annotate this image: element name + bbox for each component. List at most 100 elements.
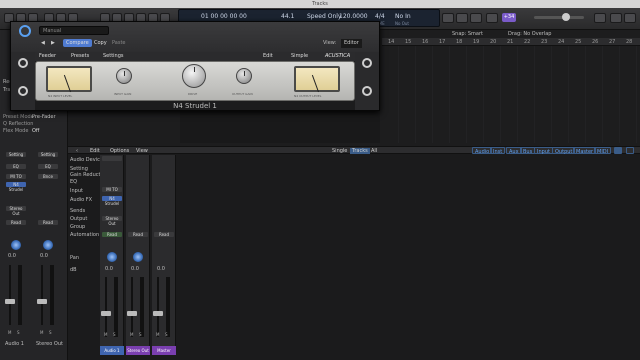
drive-knob[interactable] bbox=[182, 64, 206, 88]
next-preset-icon[interactable]: ▶ bbox=[51, 41, 55, 46]
prev-preset-icon[interactable]: ◀ bbox=[41, 41, 45, 46]
ch2-mute-button[interactable]: M bbox=[40, 330, 43, 335]
feeder-tab[interactable]: Feeder bbox=[39, 54, 56, 59]
pan-knob[interactable] bbox=[107, 252, 117, 262]
track-lanes[interactable] bbox=[382, 46, 640, 143]
tuner-button[interactable] bbox=[442, 13, 454, 23]
hinge-icon bbox=[18, 86, 28, 96]
list-editors-button[interactable] bbox=[594, 13, 606, 23]
timeline-ruler[interactable]: 14 15 16 17 18 19 20 21 22 23 24 25 26 27 28 bbox=[382, 38, 640, 46]
row-label-output: Output bbox=[70, 216, 88, 222]
notes-button[interactable] bbox=[610, 13, 622, 23]
ch2-fader-cap[interactable] bbox=[37, 299, 47, 304]
ch2-pan-knob[interactable] bbox=[43, 240, 53, 250]
mute-button[interactable]: M bbox=[104, 332, 107, 337]
output-gain-label: OUTPUT GAIN bbox=[232, 92, 253, 96]
lcd-mode: Speed Only bbox=[307, 13, 342, 20]
filter-bus[interactable]: Bus bbox=[520, 147, 536, 155]
simple-tab[interactable]: Simple bbox=[291, 54, 308, 59]
ch1-eq[interactable]: EQ bbox=[6, 164, 26, 169]
ch2-input[interactable]: Bnce bbox=[38, 174, 58, 179]
mute-button[interactable]: M bbox=[130, 332, 133, 337]
solo-button[interactable] bbox=[456, 13, 468, 23]
ruler-bar-number: 28 bbox=[626, 39, 633, 45]
pan-knob[interactable] bbox=[133, 252, 143, 262]
automation-slot[interactable]: Read bbox=[102, 232, 122, 237]
audio-device-slot[interactable] bbox=[102, 156, 122, 161]
ch1-fx-slot[interactable]: N4 Strudel bbox=[6, 182, 26, 192]
ch1-input[interactable]: MI TO bbox=[6, 174, 26, 179]
count-in-button[interactable] bbox=[470, 13, 482, 23]
ch1-solo-button[interactable]: S bbox=[17, 330, 20, 335]
mixer-row-labels: Audio Device Setting Gain Reduction EQ I… bbox=[70, 156, 108, 336]
plugin-instance-name: N4 Strudel 1 bbox=[173, 102, 217, 110]
preset-mode-value[interactable]: Pre-Fader bbox=[32, 115, 56, 120]
audio-fx-slot[interactable]: N4 Strudel bbox=[102, 196, 122, 206]
ch1-setting[interactable]: Setting bbox=[6, 152, 26, 157]
channel-name[interactable]: Audio 1 bbox=[100, 346, 124, 355]
ruler-bar-number: 20 bbox=[490, 39, 497, 45]
flex-mode-value[interactable]: Off bbox=[32, 129, 39, 134]
filter-inst[interactable]: Inst bbox=[490, 147, 506, 155]
input-gain-knob[interactable] bbox=[116, 68, 132, 84]
drive-label: DRIVE bbox=[188, 92, 198, 96]
preset-mode-label: Preset Mode bbox=[3, 114, 34, 120]
preset-menu[interactable]: Manual bbox=[39, 26, 109, 35]
master-volume-knob[interactable] bbox=[562, 13, 570, 21]
mute-button[interactable]: M bbox=[156, 332, 159, 337]
output-gain-knob[interactable] bbox=[236, 68, 252, 84]
snap-menu[interactable]: Snap: Smart bbox=[452, 32, 483, 37]
paste-button[interactable]: Paste bbox=[109, 39, 129, 47]
channel-name[interactable]: Stereo Out bbox=[126, 346, 150, 355]
narrow-view-icon[interactable] bbox=[614, 147, 622, 154]
wide-view-icon[interactable] bbox=[626, 147, 634, 154]
ch1-output[interactable]: Stereo Out bbox=[6, 206, 26, 216]
lcd-output: No Out bbox=[395, 21, 409, 26]
dim-button[interactable]: S bbox=[165, 332, 168, 337]
ch1-pan-knob[interactable] bbox=[11, 240, 21, 250]
ch2-setting[interactable]: Setting bbox=[38, 152, 58, 157]
fader-cap[interactable] bbox=[153, 311, 163, 316]
presets-tab[interactable]: Presets bbox=[71, 54, 89, 59]
ch1-fader-cap[interactable] bbox=[5, 299, 15, 304]
fader-cap[interactable] bbox=[127, 311, 137, 316]
lcd-tempo: 120.0000 bbox=[339, 13, 368, 20]
browser-button[interactable] bbox=[624, 13, 636, 23]
master-volume-slider[interactable] bbox=[534, 13, 584, 21]
automation-slot[interactable]: Read bbox=[128, 232, 148, 237]
ch1-fader-track bbox=[5, 265, 15, 325]
drag-menu[interactable]: Drag: No Overlap bbox=[508, 32, 551, 37]
solo-button[interactable]: S bbox=[139, 332, 142, 337]
input-slot[interactable]: MI TO bbox=[102, 187, 122, 192]
q-reflection-label: Q Reflection bbox=[3, 121, 34, 127]
channel-name[interactable]: Master bbox=[152, 346, 176, 355]
power-icon[interactable] bbox=[19, 25, 31, 37]
metronome-button[interactable] bbox=[486, 13, 498, 23]
db-readout: 0.0 bbox=[157, 266, 165, 272]
ch2-automation[interactable]: Read bbox=[38, 220, 58, 225]
ch2-solo-button[interactable]: S bbox=[49, 330, 52, 335]
filter-master[interactable]: Master bbox=[573, 147, 597, 155]
edit-tab[interactable]: Edit bbox=[263, 54, 273, 59]
ch1-mute-button[interactable]: M bbox=[8, 330, 11, 335]
output-slot[interactable]: Stereo Out bbox=[102, 216, 122, 226]
brand-logo: ACUSTICA bbox=[325, 53, 351, 59]
filter-midi[interactable]: MIDI bbox=[594, 147, 612, 155]
filter-input[interactable]: Input bbox=[534, 147, 553, 155]
solo-button[interactable]: S bbox=[113, 332, 116, 337]
row-label-automation: Automation bbox=[70, 232, 100, 238]
cpu-badge[interactable]: +34 bbox=[502, 13, 516, 22]
ruler-bar-number: 27 bbox=[609, 39, 616, 45]
compare-button[interactable]: Compare bbox=[63, 39, 92, 47]
ch1-automation[interactable]: Read bbox=[6, 220, 26, 225]
filter-output[interactable]: Output bbox=[552, 147, 576, 155]
automation-slot[interactable]: Read bbox=[154, 232, 174, 237]
mixer-channel-stereo-out: Read 0.0 M S Stereo Out bbox=[126, 155, 150, 355]
ch2-eq[interactable]: EQ bbox=[38, 164, 58, 169]
view-menu[interactable]: Editor bbox=[341, 39, 362, 48]
row-label-group: Group bbox=[70, 224, 86, 230]
settings-tab[interactable]: Settings bbox=[103, 54, 124, 59]
fader-cap[interactable] bbox=[101, 311, 111, 316]
input-vu-meter bbox=[46, 66, 92, 93]
copy-button[interactable]: Copy bbox=[91, 39, 110, 47]
